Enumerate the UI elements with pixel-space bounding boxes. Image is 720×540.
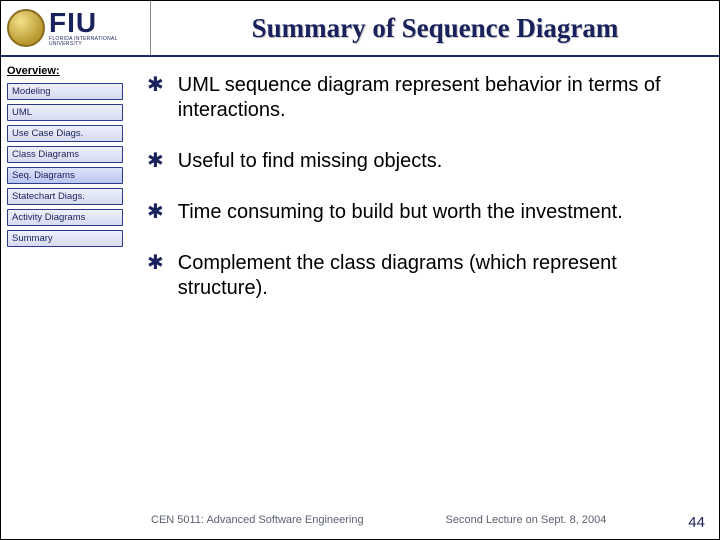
sidebar-item-use-case-diags[interactable]: Use Case Diags.: [7, 125, 123, 142]
content-area: ✱ UML sequence diagram represent behavior…: [129, 57, 719, 539]
footer-course: CEN 5011: Advanced Software Engineering: [151, 514, 364, 531]
page-number: 44: [688, 514, 705, 531]
footer-lecture: Second Lecture on Sept. 8, 2004: [446, 514, 607, 531]
logo-subtitle: FLORIDA INTERNATIONAL UNIVERSITY: [49, 37, 144, 47]
sidebar-item-activity-diagrams[interactable]: Activity Diagrams: [7, 209, 123, 226]
seal-icon: [7, 9, 45, 47]
logo: FIU FLORIDA INTERNATIONAL UNIVERSITY: [1, 1, 151, 55]
bullet-icon: ✱: [147, 200, 164, 224]
bullet-item: ✱ UML sequence diagram represent behavior…: [147, 73, 695, 123]
sidebar-item-uml[interactable]: UML: [7, 104, 123, 121]
sidebar-item-class-diagrams[interactable]: Class Diagrams: [7, 146, 123, 163]
sidebar-item-summary[interactable]: Summary: [7, 230, 123, 247]
bullet-icon: ✱: [147, 149, 164, 173]
bullet-icon: ✱: [147, 251, 164, 275]
slide-title: Summary of Sequence Diagram: [252, 13, 619, 44]
bullet-text: Useful to find missing objects.: [178, 149, 443, 174]
bullet-item: ✱ Useful to find missing objects.: [147, 149, 695, 174]
bullet-text: Complement the class diagrams (which rep…: [178, 251, 695, 301]
bullet-icon: ✱: [147, 73, 164, 97]
bullet-item: ✱ Complement the class diagrams (which re…: [147, 251, 695, 301]
sidebar-item-modeling[interactable]: Modeling: [7, 83, 123, 100]
bullet-item: ✱ Time consuming to build but worth the i…: [147, 200, 695, 225]
sidebar-heading: Overview:: [7, 65, 123, 77]
sidebar-item-statechart-diags[interactable]: Statechart Diags.: [7, 188, 123, 205]
sidebar-item-seq-diagrams[interactable]: Seq. Diagrams: [7, 167, 123, 184]
logo-main: FIU: [49, 9, 144, 37]
bullet-text: UML sequence diagram represent behavior …: [178, 73, 695, 123]
sidebar: Overview: Modeling UML Use Case Diags. Clas…: [1, 57, 129, 539]
bullet-text: Time consuming to build but worth the in…: [178, 200, 623, 225]
